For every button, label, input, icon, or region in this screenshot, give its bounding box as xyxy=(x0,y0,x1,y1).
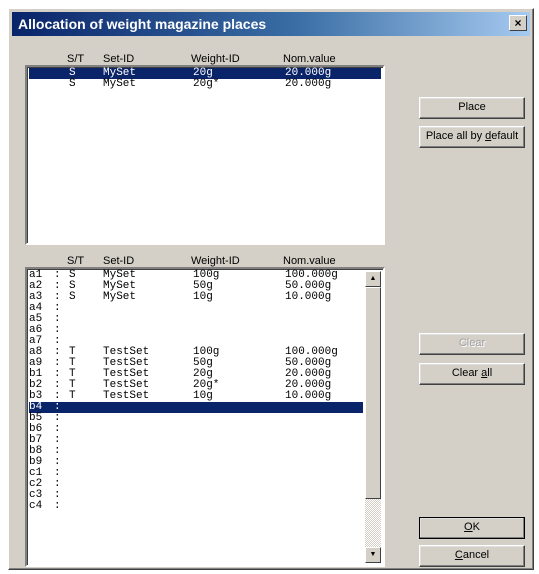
cell-place: c4 xyxy=(29,500,43,512)
magazine-place-row[interactable]: c1: xyxy=(29,468,363,479)
cell-setid: MySet xyxy=(103,78,137,90)
lower-header-st: S/T xyxy=(67,255,85,267)
clear-button[interactable]: Clear xyxy=(419,333,525,355)
cancel-button[interactable]: Cancel xyxy=(419,545,525,567)
cell-st: S xyxy=(69,78,76,90)
magazine-place-row[interactable]: c3: xyxy=(29,490,363,501)
arrow-up-icon: ▲ xyxy=(369,275,377,282)
cell-setid: MySet xyxy=(103,291,137,303)
upper-list-row[interactable]: S MySet 20g* 20.000g xyxy=(29,79,381,90)
cancel-label-suffix: ancel xyxy=(462,549,490,561)
clear-all-label-prefix: Clear xyxy=(451,367,482,379)
lower-header-weightid: Weight-ID xyxy=(191,255,240,267)
place-separator: : xyxy=(54,500,61,512)
magazine-place-row[interactable]: b7: xyxy=(29,435,363,446)
magazine-place-row[interactable]: a6: xyxy=(29,325,363,336)
magazine-place-row[interactable]: c2: xyxy=(29,479,363,490)
cell-nom: 20.000g xyxy=(285,78,332,90)
upper-header-setid: Set-ID xyxy=(103,53,135,65)
magazine-place-row[interactable]: b6: xyxy=(29,424,363,435)
vertical-scrollbar[interactable]: ▲ ▼ xyxy=(365,271,381,563)
close-icon: × xyxy=(514,16,522,30)
place-button[interactable]: Place xyxy=(419,97,525,119)
cell-nom: 10.000g xyxy=(285,291,332,303)
place-button-label: Place xyxy=(458,101,486,113)
magazine-places-list[interactable]: a1: S MySet 100g 100.000g a2: S MySet 50g 50.000g… xyxy=(25,267,385,567)
ok-label-suffix: K xyxy=(472,521,480,533)
lower-header-nom: Nom.value xyxy=(283,255,336,267)
magazine-place-row[interactable]: a4: xyxy=(29,303,363,314)
lower-header-setid: Set-ID xyxy=(103,255,135,267)
magazine-place-row[interactable]: b5: xyxy=(29,413,363,424)
cell-st: T xyxy=(69,390,76,402)
clear-button-label: Clear xyxy=(458,337,486,349)
upper-header-weightid: Weight-ID xyxy=(191,53,240,65)
scroll-thumb[interactable] xyxy=(365,287,381,499)
cell-weightid: 10g xyxy=(193,291,213,303)
dialog-title: Allocation of weight magazine places xyxy=(18,16,267,32)
cell-st: S xyxy=(69,291,76,303)
magazine-place-row[interactable]: b8: xyxy=(29,446,363,457)
place-all-label-suffix: efault xyxy=(491,130,519,142)
magazine-place-row[interactable]: b4: xyxy=(29,402,363,413)
magazine-place-row[interactable]: a3: S MySet 10g 10.000g xyxy=(29,292,363,303)
upper-header-nom: Nom.value xyxy=(283,53,336,65)
magazine-place-row[interactable]: a5: xyxy=(29,314,363,325)
clear-all-button[interactable]: Clear all xyxy=(419,363,525,385)
close-button[interactable]: × xyxy=(509,15,527,31)
magazine-place-row[interactable]: c4: xyxy=(29,501,363,512)
cell-weightid: 10g xyxy=(193,390,213,402)
magazine-place-row[interactable]: b3: T TestSet 10g 10.000g xyxy=(29,391,363,402)
place-all-label-prefix: Place all by xyxy=(425,130,486,142)
ok-accelerator: O xyxy=(464,521,473,533)
cell-setid: TestSet xyxy=(103,390,150,402)
ok-button[interactable]: OK xyxy=(419,517,525,539)
unassigned-weights-list[interactable]: S MySet 20g 20.000g S MySet 20g* 20.000g xyxy=(25,65,385,245)
magazine-place-row[interactable]: b9: xyxy=(29,457,363,468)
scroll-up-button[interactable]: ▲ xyxy=(365,271,381,287)
cell-nom: 10.000g xyxy=(285,390,332,402)
title-bar[interactable]: Allocation of weight magazine places × xyxy=(12,12,530,36)
place-all-by-default-button[interactable]: Place all by default xyxy=(419,126,525,148)
clear-all-label-suffix: ll xyxy=(487,367,493,379)
upper-header-st: S/T xyxy=(67,53,85,65)
cell-weightid: 20g* xyxy=(193,78,220,90)
scroll-down-button[interactable]: ▼ xyxy=(365,547,381,563)
cancel-accelerator: C xyxy=(454,549,463,561)
arrow-down-icon: ▼ xyxy=(369,551,377,558)
dialog-window: Allocation of weight magazine places × S… xyxy=(8,8,534,570)
